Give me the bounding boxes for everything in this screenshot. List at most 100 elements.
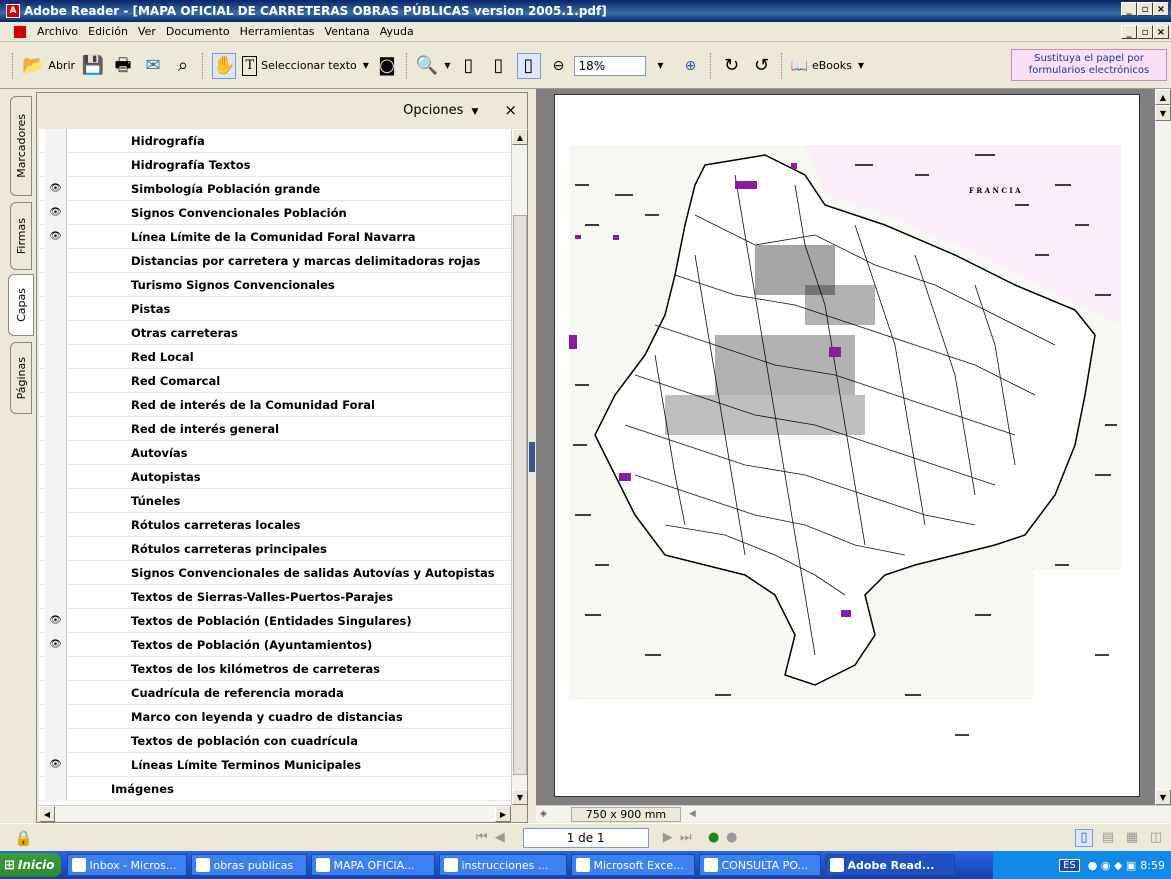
facing-icon[interactable]: ◫ [1147,829,1165,847]
menu-herramientas[interactable]: Herramientas [235,25,320,38]
continuous-facing-icon[interactable]: ▦ [1123,829,1141,847]
email-button[interactable]: ✉ [141,53,165,79]
splitter-grip[interactable] [529,442,535,472]
fit-page-button[interactable]: ▯ [487,53,511,79]
page-number-field[interactable]: 1 de 1 [522,827,649,848]
menu-ventana[interactable]: Ventana [320,25,375,38]
taskbar-item[interactable]: instrucciones ... [438,854,567,876]
tray-icons[interactable]: ● ◉ ◆ ▣ [1088,859,1137,872]
layer-row[interactable]: Rótulos carreteras principales [39,536,511,561]
chevron-down-icon[interactable]: ▼ [444,61,450,70]
layer-row[interactable]: Textos de los kilómetros de carreteras [39,656,511,681]
doc-restore-button[interactable]: ▫ [1137,25,1153,39]
visibility-toggle[interactable] [45,704,67,729]
scroll-down-arrow-icon[interactable]: ▼ [512,789,528,805]
security-settings-icon[interactable]: 🔒 [14,829,33,847]
layer-row[interactable]: 👁 Textos de Población (Ayuntamientos) [39,632,511,657]
visibility-toggle[interactable]: 👁 [45,224,67,249]
layer-row[interactable]: Signos Convencionales de salidas Autovía… [39,560,511,585]
layer-row[interactable]: Turismo Signos Convencionales [39,272,511,297]
scroll-up-arrow-icon[interactable]: ▲ [512,129,528,145]
visibility-toggle[interactable] [45,584,67,609]
layer-row[interactable]: Hidrografía Textos [39,152,511,177]
layer-row[interactable]: Túneles [39,488,511,513]
visibility-toggle[interactable]: 👁 [45,632,67,657]
menu-archivo[interactable]: Archivo [32,25,83,38]
visibility-toggle[interactable] [45,152,67,177]
layer-row[interactable]: 👁 Textos de Población (Entidades Singular… [39,608,511,633]
toolbar-grip[interactable] [709,52,713,79]
scroll-left-arrow-icon[interactable]: ◀ [689,809,696,819]
visibility-toggle[interactable] [45,416,67,441]
zoom-dropdown[interactable]: ▼ [649,53,673,79]
visibility-toggle[interactable] [45,248,67,273]
layer-row[interactable]: Autopistas [39,464,511,489]
visibility-toggle[interactable]: 👁 [45,176,67,201]
layer-row[interactable]: Otras carreteras [39,320,511,345]
visibility-toggle[interactable]: 👁 [45,608,67,633]
menu-ver[interactable]: Ver [133,25,161,38]
visibility-toggle[interactable] [45,392,67,417]
continuous-icon[interactable]: ▤ [1099,829,1117,847]
zoom-out-button[interactable]: ⊖ [547,53,571,79]
layer-row[interactable]: Red de interés de la Comunidad Foral [39,392,511,417]
visibility-toggle[interactable] [45,536,67,561]
visibility-toggle[interactable] [45,560,67,585]
maximize-button[interactable]: ▫ [1137,2,1153,16]
scroll-down-arrow-icon[interactable]: ▼ [1155,105,1171,121]
ebooks-button[interactable]: 📖 eBooks ▼ [791,53,864,79]
layer-row[interactable]: Red Comarcal [39,368,511,393]
visibility-toggle[interactable] [45,368,67,393]
visibility-toggle[interactable] [45,296,67,321]
minimize-button[interactable]: _ [1121,2,1137,16]
zoom-in-button[interactable]: ⊕ [679,53,703,79]
snapshot-button[interactable]: ◙ [375,53,399,79]
previous-page-icon[interactable]: ◀ [491,829,509,847]
toolbar-grip[interactable] [780,52,784,79]
layer-row[interactable]: Imágenes [39,776,511,801]
tab-marcadores[interactable]: Marcadores [10,96,32,196]
scroll-left-arrow-icon[interactable]: ◀ [39,806,55,822]
last-page-icon[interactable]: ⏭ [677,829,695,847]
promo-banner[interactable]: Sustituya el papel por formularios elect… [1011,49,1167,81]
tab-capas[interactable]: Capas [8,274,34,336]
zoom-input[interactable]: 18% [573,55,646,76]
single-page-icon[interactable]: ▯ [1075,828,1093,847]
zoom-in-tool-button[interactable]: 🔍 ▼ [416,53,451,79]
visibility-toggle[interactable] [45,488,67,513]
tab-paginas[interactable]: Páginas [10,342,32,414]
options-menu[interactable]: Opciones ▼ [403,103,478,118]
visibility-toggle[interactable] [45,512,67,537]
chevron-down-icon[interactable]: ▼ [363,61,369,70]
close-panel-icon[interactable]: × [504,101,517,119]
search-button[interactable]: ⌕ [171,53,195,79]
document-horizontal-scrollbar[interactable]: ◈ 750 x 900 mm ◀ [536,805,1171,822]
language-indicator[interactable]: ES [1059,858,1080,872]
visibility-toggle[interactable] [45,440,67,465]
layer-row[interactable]: 👁 Signos Convencionales Población [39,200,511,225]
taskbar-item[interactable]: Adobe Read... [824,854,955,876]
document-pane[interactable]: F R A N C I A ▲ ▼ ▼ ◈ 750 x 900 mm ◀ [536,89,1171,822]
tab-firmas[interactable]: Firmas [10,202,32,270]
visibility-toggle[interactable] [45,464,67,489]
first-page-icon[interactable]: ⏮ [473,829,491,847]
scroll-right-arrow-icon[interactable]: ▶ [495,806,511,822]
visibility-toggle[interactable]: 👁 [45,200,67,225]
scroll-down-end-arrow-icon[interactable]: ▼ [1155,789,1171,805]
layer-row[interactable]: Rótulos carreteras locales [39,512,511,537]
clock[interactable]: 8:59 [1140,859,1165,872]
visibility-toggle[interactable] [45,728,67,753]
taskbar-item[interactable]: MAPA OFICIA... [310,854,435,876]
toolbar-grip[interactable] [202,52,205,79]
toolbar-grip[interactable] [405,52,409,79]
visibility-toggle[interactable] [45,344,67,369]
visibility-toggle[interactable]: 👁 [45,752,67,777]
toolbar-grip[interactable] [12,52,15,79]
layer-row[interactable]: Hidrografía [39,129,511,153]
visibility-toggle[interactable] [45,129,67,153]
rotate-cw-button[interactable]: ↻ [720,53,744,79]
actual-size-button[interactable]: ▯ [457,53,481,79]
layer-row[interactable]: 👁 Simbología Población grande [39,176,511,201]
select-text-button[interactable]: T Seleccionar texto ▼ [242,53,369,79]
fit-width-button[interactable]: ▯ [516,52,541,79]
